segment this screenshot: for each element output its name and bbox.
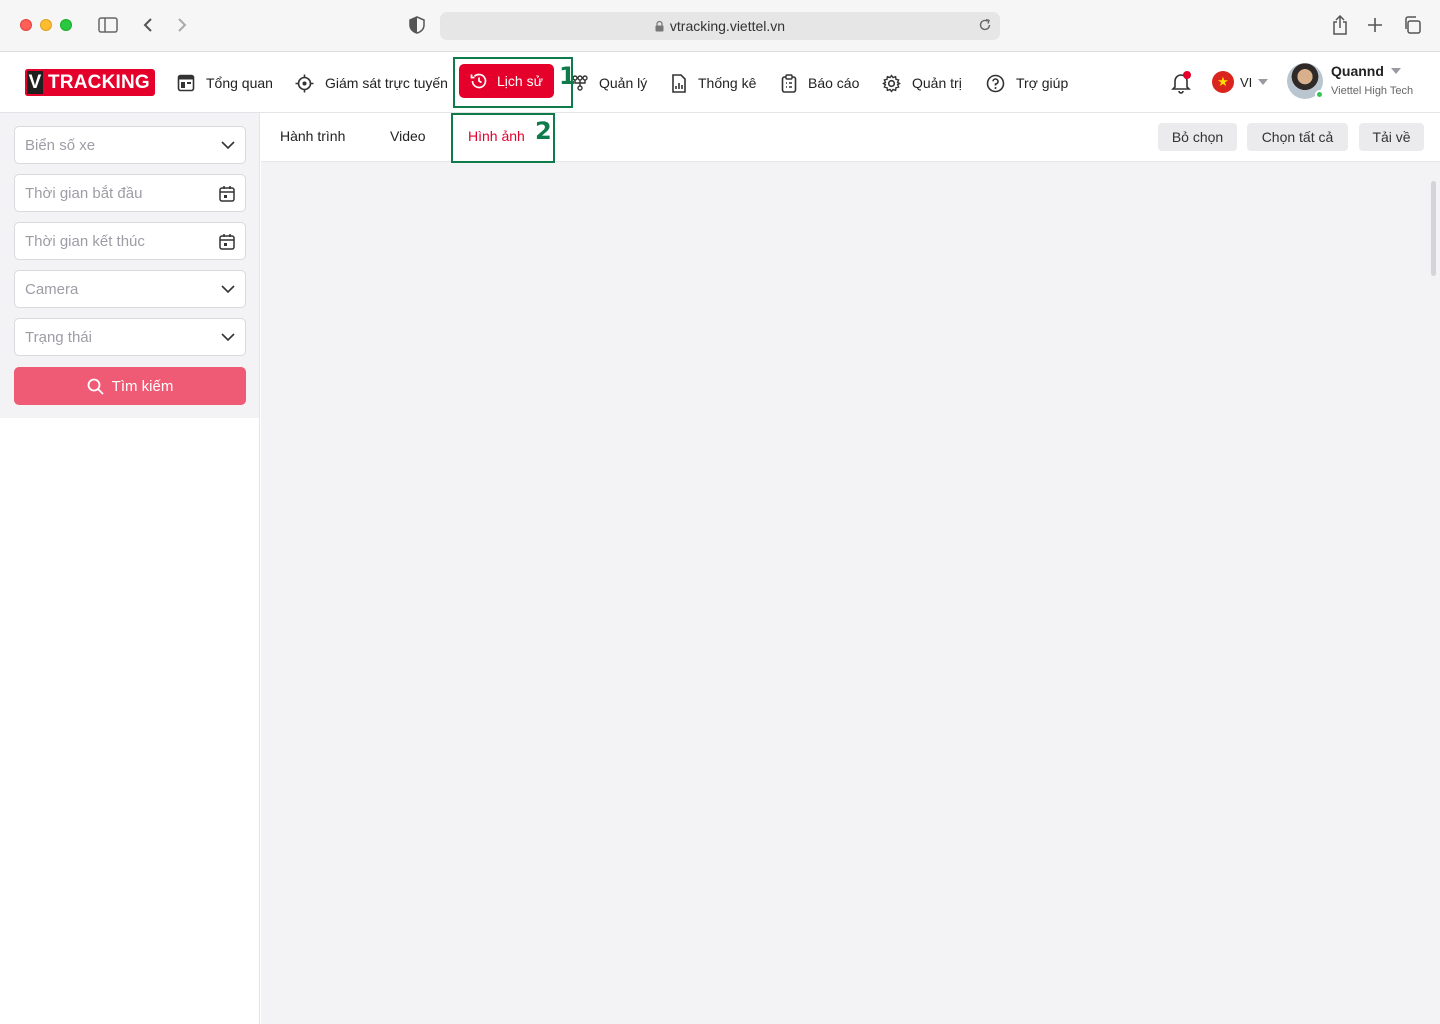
nav-item-quan-tri[interactable]: Quản trị bbox=[882, 68, 962, 98]
nav-label: Giám sát trực tuyến bbox=[325, 75, 448, 91]
url-text: vtracking.viettel.vn bbox=[669, 18, 786, 34]
scrollbar[interactable] bbox=[1431, 181, 1436, 276]
start-time-placeholder: Thời gian bắt đầu bbox=[25, 184, 143, 202]
target-icon bbox=[295, 74, 314, 92]
chevron-down-icon bbox=[221, 140, 235, 150]
nav-item-tro-giup[interactable]: Trợ giúp bbox=[986, 68, 1068, 98]
privacy-shield-icon[interactable] bbox=[406, 14, 428, 36]
language-code: VI bbox=[1240, 74, 1253, 90]
plate-select[interactable]: Biển số xe bbox=[14, 126, 246, 164]
share-icon[interactable] bbox=[1329, 14, 1351, 36]
chart-file-icon bbox=[672, 73, 686, 93]
vtracking-logo[interactable]: V TRACKING bbox=[25, 69, 155, 96]
deselect-button[interactable]: Bỏ chọn bbox=[1158, 123, 1237, 151]
annotation-number-1: 1 bbox=[559, 62, 576, 90]
status-select[interactable]: Trạng thái bbox=[14, 318, 246, 356]
back-icon[interactable] bbox=[137, 14, 159, 36]
vietnam-flag-icon: ★ bbox=[1212, 71, 1234, 93]
tab-hanh-trinh[interactable]: Hành trình bbox=[280, 128, 345, 144]
clipboard-icon bbox=[781, 73, 797, 93]
language-selector[interactable]: ★ VI bbox=[1212, 71, 1269, 93]
camera-placeholder: Camera bbox=[25, 280, 79, 298]
download-button[interactable]: Tải về bbox=[1359, 123, 1424, 151]
start-time-field[interactable]: Thời gian bắt đầu bbox=[14, 174, 246, 212]
main-content: Hành trình Video Hình ảnh Bỏ chọn Chọn t… bbox=[261, 113, 1440, 1024]
nav-item-quan-ly[interactable]: Quản lý bbox=[572, 68, 647, 98]
select-all-button[interactable]: Chọn tất cả bbox=[1247, 123, 1348, 151]
app-header: V TRACKING Tổng quan Giám sát trực tuyến… bbox=[0, 52, 1440, 113]
online-status-dot bbox=[1315, 90, 1324, 99]
chevron-down-icon bbox=[221, 284, 235, 294]
sidebar-toggle-icon[interactable] bbox=[97, 14, 119, 36]
search-icon bbox=[87, 378, 104, 395]
nav-label: Quản trị bbox=[912, 75, 962, 91]
search-button[interactable]: Tìm kiếm bbox=[14, 367, 246, 405]
status-placeholder: Trạng thái bbox=[25, 328, 92, 346]
logo-text: TRACKING bbox=[43, 69, 155, 96]
nav-label: Thống kê bbox=[698, 75, 757, 91]
maximize-window-button[interactable] bbox=[60, 19, 72, 31]
nav-item-tong-quan[interactable]: Tổng quan bbox=[177, 68, 273, 98]
logo-v: V bbox=[25, 69, 43, 96]
annotation-number-2: 2 bbox=[535, 117, 552, 145]
user-name: Quannd bbox=[1331, 63, 1384, 79]
notification-dot bbox=[1183, 71, 1191, 79]
reload-icon[interactable] bbox=[978, 18, 992, 32]
close-window-button[interactable] bbox=[20, 19, 32, 31]
calendar-icon bbox=[219, 233, 235, 250]
end-time-field[interactable]: Thời gian kết thúc bbox=[14, 222, 246, 260]
browser-toolbar: vtracking.viettel.vn bbox=[0, 0, 1440, 52]
nav-label: Trợ giúp bbox=[1016, 75, 1069, 91]
nav-item-bao-cao[interactable]: Báo cáo bbox=[781, 68, 859, 98]
address-bar[interactable]: vtracking.viettel.vn bbox=[440, 12, 1000, 40]
new-tab-icon[interactable] bbox=[1364, 14, 1386, 36]
nav-item-giam-sat[interactable]: Giám sát trực tuyến bbox=[295, 68, 448, 98]
caret-down-icon bbox=[1258, 79, 1269, 85]
gear-icon bbox=[882, 73, 901, 93]
forward-icon[interactable] bbox=[171, 14, 193, 36]
user-menu[interactable]: Quannd bbox=[1331, 63, 1401, 79]
tab-video[interactable]: Video bbox=[390, 128, 426, 144]
avatar[interactable] bbox=[1287, 63, 1324, 99]
notification-bell-icon[interactable] bbox=[1169, 70, 1193, 94]
filter-panel: Biển số xe Thời gian bắt đầu Thời gian k… bbox=[0, 113, 259, 418]
lock-icon bbox=[655, 20, 664, 32]
nav-label: Quản lý bbox=[599, 75, 648, 91]
user-org: Viettel High Tech bbox=[1331, 85, 1414, 97]
highlight-box-1 bbox=[453, 57, 573, 108]
nav-label: Tổng quan bbox=[206, 75, 273, 91]
tab-overview-icon[interactable] bbox=[1401, 14, 1423, 36]
end-time-placeholder: Thời gian kết thúc bbox=[25, 232, 145, 250]
tab-bar: Hành trình Video Hình ảnh Bỏ chọn Chọn t… bbox=[261, 113, 1440, 162]
help-icon bbox=[986, 74, 1005, 92]
camera-select[interactable]: Camera bbox=[14, 270, 246, 308]
nav-label: Báo cáo bbox=[808, 75, 860, 91]
calendar-icon bbox=[219, 185, 235, 202]
chevron-down-icon bbox=[221, 332, 235, 342]
filter-sidebar: Biển số xe Thời gian bắt đầu Thời gian k… bbox=[0, 113, 260, 1024]
minimize-window-button[interactable] bbox=[40, 19, 52, 31]
nav-item-thong-ke[interactable]: Thống kê bbox=[671, 68, 756, 98]
search-button-label: Tìm kiếm bbox=[111, 377, 174, 395]
plate-placeholder: Biển số xe bbox=[25, 136, 96, 154]
dashboard-icon bbox=[177, 74, 195, 92]
user-caret-icon bbox=[1390, 68, 1401, 74]
